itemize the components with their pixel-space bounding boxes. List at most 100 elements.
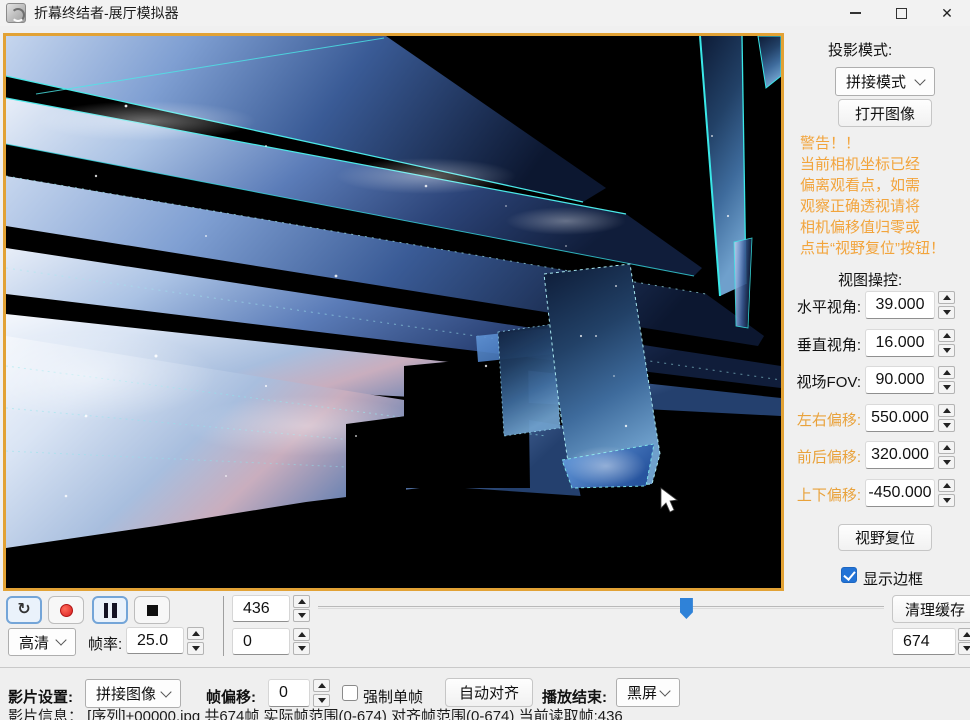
record-icon bbox=[60, 604, 73, 617]
framerate-spinner bbox=[187, 627, 204, 655]
open-image-button[interactable]: 打开图像 bbox=[838, 99, 932, 127]
start-frame-input[interactable]: 0 bbox=[232, 628, 290, 655]
auto-align-button[interactable]: 自动对齐 bbox=[445, 678, 533, 707]
spin-up-button[interactable] bbox=[938, 404, 955, 417]
vertical-angle-label: 垂直视角: bbox=[797, 334, 861, 355]
spin-up-button[interactable] bbox=[187, 627, 204, 640]
projection-mode-select[interactable]: 拼接模式 bbox=[835, 67, 935, 96]
horizontal-angle-label: 水平视角: bbox=[797, 296, 861, 317]
start-frame-spinner bbox=[293, 628, 310, 655]
view-control-label: 视图操控: bbox=[838, 269, 902, 290]
frame-offset-input[interactable]: 0 bbox=[268, 679, 310, 707]
spin-up-icon bbox=[943, 295, 951, 300]
offset-ud-label: 上下偏移: bbox=[797, 484, 861, 505]
spin-down-button[interactable] bbox=[293, 642, 310, 655]
force-single-frame-checkbox[interactable] bbox=[342, 685, 358, 701]
close-button[interactable]: ✕ bbox=[924, 0, 970, 26]
loop-button[interactable]: ↻ bbox=[6, 596, 42, 624]
pause-button[interactable] bbox=[92, 596, 128, 624]
show-border-label: 显示边框 bbox=[863, 568, 923, 589]
spin-down-button[interactable] bbox=[938, 456, 955, 469]
spin-down-icon bbox=[943, 385, 951, 390]
preview-viewport[interactable] bbox=[3, 33, 784, 591]
film-mode-value: 拼接图像 bbox=[96, 683, 156, 704]
chevron-down-icon bbox=[160, 686, 171, 697]
spin-down-icon bbox=[192, 646, 200, 651]
field-row-offset-lr: 左右偏移: 550.000 bbox=[787, 404, 970, 432]
window-title: 折幕终结者-展厅模拟器 bbox=[34, 3, 179, 23]
timeline-slider-handle[interactable] bbox=[680, 598, 693, 619]
spin-down-icon bbox=[943, 310, 951, 315]
minimize-icon bbox=[850, 12, 861, 14]
reset-view-button[interactable]: 视野复位 bbox=[838, 524, 932, 551]
current-frame-input[interactable]: 436 bbox=[232, 595, 290, 622]
maximize-button[interactable] bbox=[878, 0, 924, 26]
offset-lr-input[interactable]: 550.000 bbox=[865, 404, 935, 432]
fov-spinner bbox=[938, 366, 955, 394]
app-window: 折幕终结者-展厅模拟器 ✕ bbox=[0, 0, 970, 720]
fov-input[interactable]: 90.000 bbox=[865, 366, 935, 394]
resolution-select[interactable]: 高清 bbox=[8, 628, 76, 656]
horizontal-angle-input[interactable]: 39.000 bbox=[865, 291, 935, 319]
framerate-input[interactable]: 25.0 bbox=[126, 627, 184, 654]
show-border-checkbox[interactable] bbox=[841, 567, 857, 583]
vertical-angle-spinner bbox=[938, 329, 955, 357]
field-row-offset-ud: 上下偏移: -450.000 bbox=[787, 479, 970, 507]
frame-offset-spinner bbox=[313, 679, 330, 707]
timeline-track bbox=[318, 606, 884, 607]
offset-lr-spinner bbox=[938, 404, 955, 432]
spin-up-button[interactable] bbox=[938, 291, 955, 304]
record-button[interactable] bbox=[48, 596, 84, 624]
timeline-slider[interactable] bbox=[318, 598, 884, 620]
spin-down-button[interactable] bbox=[938, 419, 955, 432]
clear-cache-button[interactable]: 清理缓存 bbox=[892, 595, 970, 623]
field-row-horizontal-angle: 水平视角: 39.000 bbox=[787, 291, 970, 319]
maximize-icon bbox=[896, 8, 907, 19]
offset-fb-label: 前后偏移: bbox=[797, 446, 861, 467]
offset-fb-input[interactable]: 320.000 bbox=[865, 441, 935, 469]
loop-icon: ↻ bbox=[17, 599, 30, 619]
spin-down-button[interactable] bbox=[938, 344, 955, 357]
total-frames-input[interactable]: 674 bbox=[892, 628, 956, 655]
vertical-angle-input[interactable]: 16.000 bbox=[865, 329, 935, 357]
spin-up-icon bbox=[298, 632, 306, 637]
total-frames-spinner bbox=[958, 628, 970, 655]
spin-down-icon bbox=[943, 423, 951, 428]
minimize-button[interactable] bbox=[832, 0, 878, 26]
film-mode-select[interactable]: 拼接图像 bbox=[85, 679, 181, 708]
spin-down-button[interactable] bbox=[187, 642, 204, 655]
resolution-value: 高清 bbox=[19, 632, 49, 653]
spin-up-button[interactable] bbox=[293, 595, 310, 608]
spin-up-button[interactable] bbox=[938, 479, 955, 492]
offset-ud-input[interactable]: -450.000 bbox=[865, 479, 935, 507]
spin-up-button[interactable] bbox=[938, 441, 955, 454]
stop-button[interactable] bbox=[134, 596, 170, 624]
spin-down-button[interactable] bbox=[938, 306, 955, 319]
chevron-down-icon bbox=[914, 74, 925, 85]
offset-ud-spinner bbox=[938, 479, 955, 507]
play-end-select[interactable]: 黑屏 bbox=[616, 678, 680, 707]
spin-up-icon bbox=[943, 370, 951, 375]
play-end-label: 播放结束: bbox=[542, 686, 607, 707]
spin-up-button[interactable] bbox=[938, 329, 955, 342]
title-bar: 折幕终结者-展厅模拟器 ✕ bbox=[0, 0, 970, 26]
spin-up-button[interactable] bbox=[938, 366, 955, 379]
spin-down-button[interactable] bbox=[293, 609, 310, 622]
spin-down-icon bbox=[943, 498, 951, 503]
spin-down-button[interactable] bbox=[938, 381, 955, 394]
play-end-value: 黑屏 bbox=[627, 682, 657, 703]
spin-down-icon bbox=[943, 460, 951, 465]
spin-up-button[interactable] bbox=[293, 628, 310, 641]
warning-text: 警告！！ 当前相机坐标已经 偏离观看点，如需 观察正确透视请将 相机偏移值归零或… bbox=[800, 133, 970, 259]
current-frame-spinner bbox=[293, 595, 310, 622]
projection-mode-label: 投影模式: bbox=[828, 39, 892, 60]
spin-up-button[interactable] bbox=[958, 628, 970, 641]
film-info-text: 影片信息： [序列]+00000.jpg 共674帧 实际帧范围(0-674) … bbox=[8, 705, 623, 720]
spin-down-button[interactable] bbox=[958, 642, 970, 655]
spin-up-icon bbox=[192, 631, 200, 636]
spin-down-button[interactable] bbox=[938, 494, 955, 507]
spin-up-button[interactable] bbox=[313, 679, 330, 692]
field-row-offset-fb: 前后偏移: 320.000 bbox=[787, 441, 970, 469]
film-settings-label: 影片设置: bbox=[8, 686, 73, 707]
offset-lr-label: 左右偏移: bbox=[797, 409, 861, 430]
